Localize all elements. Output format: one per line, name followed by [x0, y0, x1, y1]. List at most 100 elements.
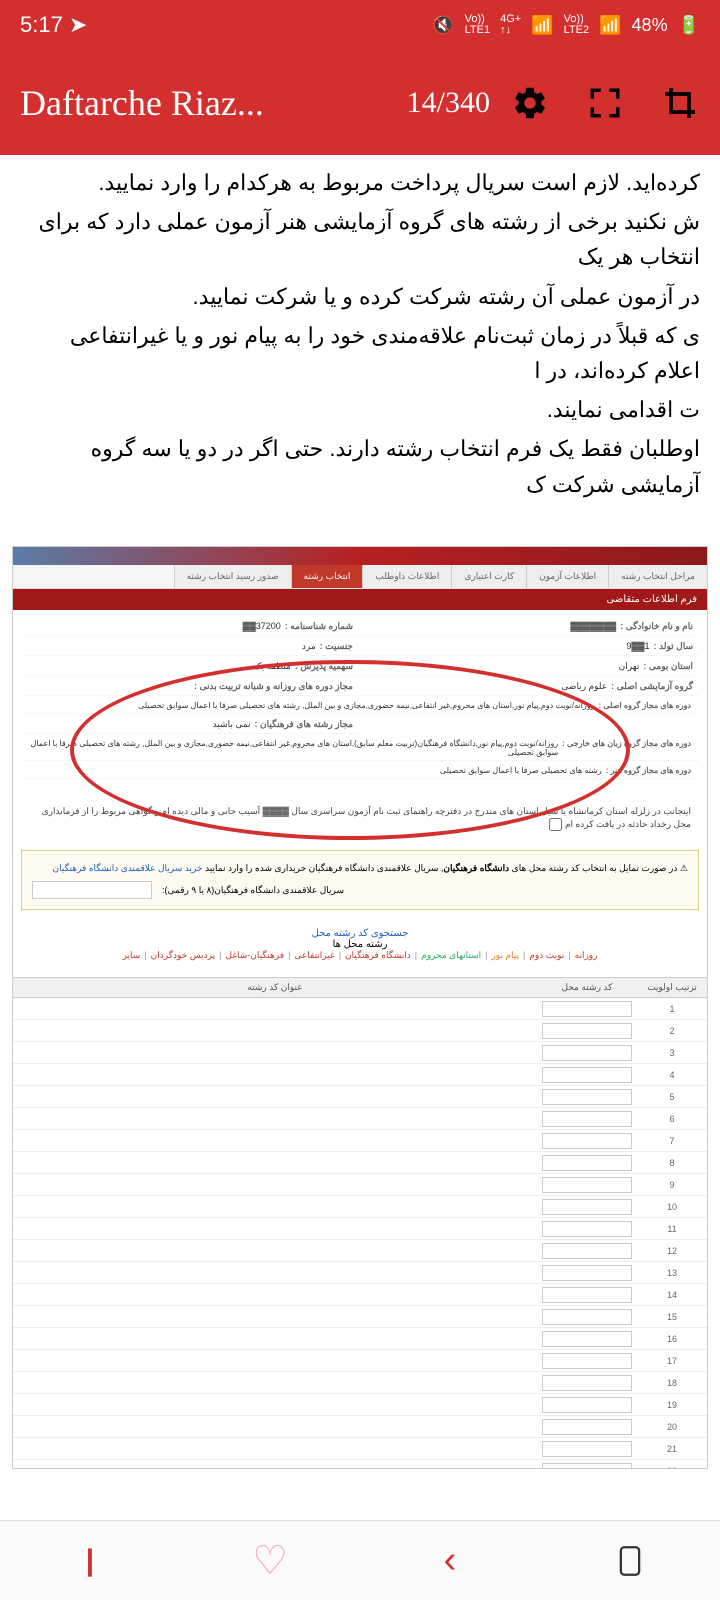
filter-tab[interactable]: فرهنگیان-شاغل	[226, 950, 285, 961]
warning-icon: ⚠	[680, 863, 688, 873]
choice-code-input[interactable]	[542, 1309, 632, 1325]
form-screenshot: مراحل انتخاب رشته اطلاعات آزمون کارت اعت…	[12, 546, 708, 1469]
filter-tab[interactable]: غیرانتفاعی	[294, 950, 334, 961]
choice-code-input[interactable]	[542, 1419, 632, 1435]
search-section: جستجوی کد رشته محل رشته محل ها روزانه| ن…	[13, 918, 707, 971]
choices-table: 1 2 3 4 5 6 7 8 9 10 11 12 13 14 15 16 1…	[13, 998, 707, 1468]
search-link[interactable]: جستجوی کد رشته محل	[23, 928, 697, 939]
choice-row: 15	[13, 1306, 707, 1328]
breadcrumb: مراحل انتخاب رشته اطلاعات آزمون کارت اعت…	[13, 565, 707, 589]
choice-code-input[interactable]	[542, 1243, 632, 1259]
lte1-icon: Vo))LTE1	[465, 14, 490, 36]
form-section-title: فرم اطلاعات متقاضی	[13, 589, 707, 610]
filter-tab[interactable]: پردیس خودگردان	[151, 950, 216, 961]
signal1-icon: 📶	[531, 15, 553, 36]
filter-tab[interactable]: استانهای محروم	[421, 950, 481, 961]
choice-code-input[interactable]	[542, 1463, 632, 1469]
bottom-nav: | ♡ ‹	[0, 1520, 720, 1600]
choice-priority: 10	[637, 1202, 707, 1212]
mute-icon: 🔇	[432, 15, 454, 36]
serial-input[interactable]	[32, 881, 152, 899]
choice-priority: 9	[637, 1180, 707, 1190]
serial-label: سریال علاقمندی دانشگاه فرهنگیان(۸ یا ۹ ر…	[162, 883, 344, 897]
choice-priority: 19	[637, 1400, 707, 1410]
filter-tab[interactable]: روزانه	[575, 950, 598, 961]
network-icon: 4G+↑↓	[500, 14, 521, 36]
choice-code-input[interactable]	[542, 1111, 632, 1127]
choice-row: 4	[13, 1064, 707, 1086]
choice-priority: 5	[637, 1092, 707, 1102]
form-banner	[13, 547, 707, 565]
choice-code-input[interactable]	[542, 1397, 632, 1413]
notice-checkbox[interactable]	[549, 818, 562, 831]
choice-code-input[interactable]	[542, 1001, 632, 1017]
choice-code-input[interactable]	[542, 1287, 632, 1303]
choice-code-input[interactable]	[542, 1133, 632, 1149]
choice-priority: 16	[637, 1334, 707, 1344]
choice-code-input[interactable]	[542, 1045, 632, 1061]
choice-row: 16	[13, 1328, 707, 1350]
buy-serial-link[interactable]: خرید سریال علاقمندی دانشگاه فرهنگیان	[53, 863, 203, 873]
filter-tabs: روزانه| نوبت دوم| پیام نور| استانهای محر…	[23, 950, 697, 961]
settings-button[interactable]	[510, 83, 550, 123]
nav-menu-button[interactable]: |	[65, 1536, 115, 1586]
breadcrumb-step-3: کارت اعتباری	[451, 565, 526, 588]
choice-priority: 17	[637, 1356, 707, 1366]
choice-row: 19	[13, 1394, 707, 1416]
choice-code-input[interactable]	[542, 1155, 632, 1171]
breadcrumb-step-2: اطلاعات آزمون	[526, 565, 608, 588]
choice-priority: 12	[637, 1246, 707, 1256]
choice-priority: 21	[637, 1444, 707, 1454]
choice-row: 11	[13, 1218, 707, 1240]
choice-code-input[interactable]	[542, 1375, 632, 1391]
choice-code-input[interactable]	[542, 1221, 632, 1237]
fullscreen-button[interactable]	[585, 83, 625, 123]
status-bar: 5:17 ➤ 🔇 Vo))LTE1 4G+↑↓ 📶 Vo))LTE2 📶 48%…	[0, 0, 720, 50]
choice-row: 3	[13, 1042, 707, 1064]
choice-row: 22	[13, 1460, 707, 1468]
choice-code-input[interactable]	[542, 1353, 632, 1369]
choice-row: 13	[13, 1262, 707, 1284]
breadcrumb-step-5: انتخاب رشته	[291, 565, 363, 588]
crop-button[interactable]	[660, 83, 700, 123]
choice-row: 12	[13, 1240, 707, 1262]
choice-priority: 14	[637, 1290, 707, 1300]
choice-code-input[interactable]	[542, 1441, 632, 1457]
breadcrumb-step-6: صدور رسید انتخاب رشته	[174, 565, 291, 588]
choice-row: 14	[13, 1284, 707, 1306]
battery-text: 48%	[632, 15, 668, 36]
choice-code-input[interactable]	[542, 1331, 632, 1347]
filter-tab[interactable]: سایر	[123, 950, 141, 961]
choice-code-input[interactable]	[542, 1265, 632, 1281]
choice-row: 20	[13, 1416, 707, 1438]
status-time: 5:17	[20, 12, 63, 38]
choice-row: 21	[13, 1438, 707, 1460]
app-header: Daftarche Riaz... 14/340	[0, 50, 720, 155]
choice-code-input[interactable]	[542, 1089, 632, 1105]
nav-back-button[interactable]: ‹	[425, 1536, 475, 1586]
choice-priority: 3	[637, 1048, 707, 1058]
choice-priority: 18	[637, 1378, 707, 1388]
page-counter: 14/340	[407, 86, 490, 120]
breadcrumb-step-1: مراحل انتخاب رشته	[608, 565, 707, 588]
choice-priority: 2	[637, 1026, 707, 1036]
choice-row: 5	[13, 1086, 707, 1108]
battery-icon: 🔋	[678, 15, 700, 36]
nav-heart-button[interactable]: ♡	[245, 1536, 295, 1586]
choice-code-input[interactable]	[542, 1199, 632, 1215]
choice-priority: 13	[637, 1268, 707, 1278]
choice-code-input[interactable]	[542, 1177, 632, 1193]
choice-row: 1	[13, 998, 707, 1020]
filter-tab[interactable]: دانشگاه فرهنگیان	[345, 950, 411, 961]
lte2-icon: Vo))LTE2	[564, 14, 589, 36]
choices-table-header: ترتیب اولویت کد رشته محل عنوان کد رشته	[13, 977, 707, 998]
choice-code-input[interactable]	[542, 1067, 632, 1083]
app-title: Daftarche Riaz...	[20, 82, 387, 124]
filter-tab[interactable]: نوبت دوم	[529, 950, 564, 961]
choice-priority: 20	[637, 1422, 707, 1432]
choice-code-input[interactable]	[542, 1023, 632, 1039]
filter-tab[interactable]: پیام نور	[491, 950, 519, 961]
choice-row: 8	[13, 1152, 707, 1174]
nav-recent-button[interactable]	[605, 1536, 655, 1586]
earthquake-notice: اینجانب در زلزله استان کرمانشاه یا سیل ا…	[21, 797, 699, 840]
